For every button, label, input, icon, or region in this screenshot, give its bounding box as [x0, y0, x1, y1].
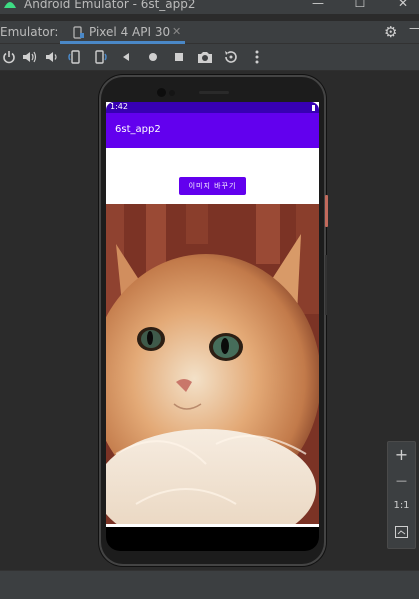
cat-photo [106, 204, 319, 524]
back-icon[interactable] [117, 48, 135, 66]
window-title: Android Emulator - 6st_app2 [24, 0, 196, 11]
rotate-right-icon[interactable] [91, 48, 109, 66]
power-side-button[interactable] [325, 195, 328, 227]
emulator-label: Emulator: [0, 25, 59, 39]
change-image-button[interactable]: 이미지 바꾸기 [179, 177, 246, 195]
reset-icon[interactable] [222, 48, 240, 66]
emulator-tabbar: Emulator: Pixel 4 API 30 ✕ ⚙ — [0, 21, 419, 44]
window-titlebar: Android Emulator - 6st_app2 — ☐ ✕ [0, 0, 419, 14]
device-icon [73, 26, 84, 39]
status-time: 1:42 [110, 102, 128, 111]
gear-icon[interactable]: ⚙ [384, 23, 397, 41]
overview-icon[interactable] [170, 48, 188, 66]
tab-label: Pixel 4 API 30 [89, 25, 171, 39]
power-icon[interactable] [0, 48, 18, 66]
minimize-icon[interactable]: — [303, 0, 333, 12]
volume-up-icon[interactable] [21, 48, 39, 66]
emulator-toolbar [0, 44, 419, 71]
more-icon[interactable] [248, 48, 266, 66]
volume-down-icon[interactable] [43, 48, 61, 66]
front-camera-icon [157, 88, 166, 97]
zoom-in-button[interactable]: + [388, 445, 415, 464]
tab-close-icon[interactable]: ✕ [172, 25, 181, 38]
app-title: 6st_app2 [115, 124, 161, 135]
status-bar: 1:42 [106, 102, 319, 113]
zoom-1to1-button[interactable]: 1:1 [388, 500, 415, 511]
maximize-icon[interactable]: ☐ [345, 0, 375, 12]
zoom-out-button[interactable]: — [388, 474, 415, 487]
zoom-controls: + — 1:1 [387, 441, 416, 549]
app-bar: 6st_app2 [106, 113, 319, 148]
app-content: 이미지 바꾸기 [106, 148, 319, 204]
close-icon[interactable]: ✕ [388, 0, 418, 12]
android-studio-icon [4, 2, 16, 8]
tab-pixel4[interactable]: Pixel 4 API 30 ✕ [60, 21, 185, 44]
earpiece-speaker [199, 91, 229, 94]
device-nav-bar [106, 527, 319, 551]
panel-minimize-icon[interactable]: — [409, 21, 419, 35]
ide-status-strip [0, 570, 419, 599]
device-screen[interactable]: 1:42 6st_app2 이미지 바꾸기 [106, 102, 319, 527]
home-icon[interactable] [144, 48, 162, 66]
volume-side-button[interactable] [325, 255, 327, 315]
battery-icon [312, 105, 315, 111]
rotate-left-icon[interactable] [66, 48, 84, 66]
fit-screen-icon[interactable] [395, 526, 408, 538]
camera-icon[interactable] [196, 48, 214, 66]
sensor-icon [169, 90, 175, 96]
